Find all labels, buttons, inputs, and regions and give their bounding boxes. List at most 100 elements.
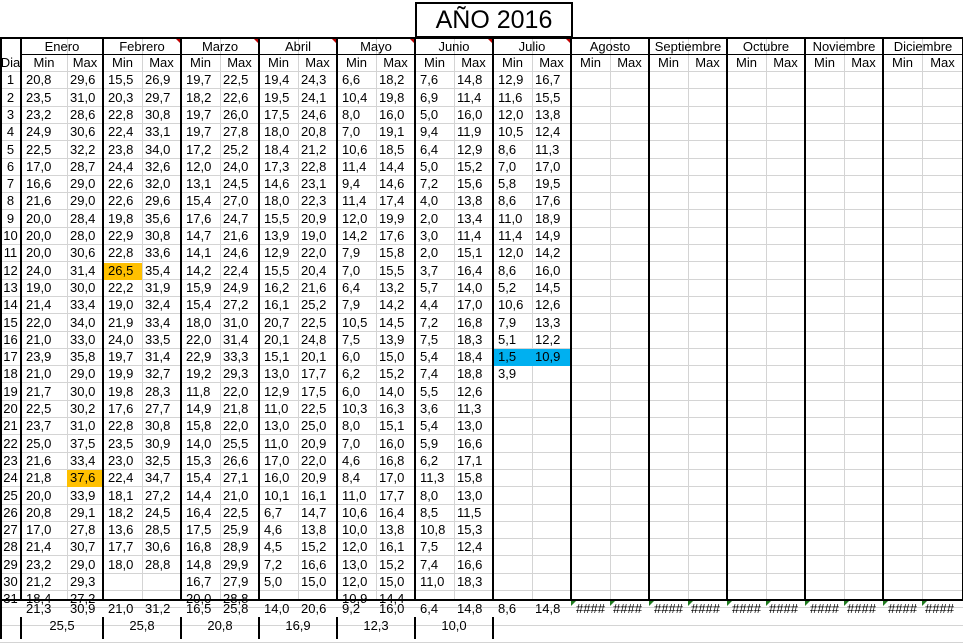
cell-min[interactable]: 8,6 [493, 142, 532, 159]
cell-max[interactable]: 15,6 [454, 176, 493, 193]
spreadsheet[interactable]: AÑO 2016 Dia Enero Min Max Febrero Min Max Marzo… [0, 0, 963, 643]
cell-max[interactable]: 20,9 [298, 436, 337, 453]
cell-max[interactable]: 18,5 [376, 142, 415, 159]
cell-min[interactable]: 12,0 [493, 107, 532, 124]
cell-min[interactable]: 6,9 [415, 90, 454, 107]
cell-min[interactable]: 22,9 [181, 349, 220, 366]
cell-min[interactable]: 7,5 [415, 539, 454, 556]
cell-max[interactable]: 29,0 [67, 176, 103, 193]
cell-min[interactable]: 13,0 [259, 366, 298, 383]
cell-min[interactable]: 21,0 [21, 332, 67, 349]
cell-max[interactable]: 33,0 [67, 332, 103, 349]
cell-max[interactable]: 11,9 [454, 124, 493, 141]
cell-min[interactable]: 22,8 [103, 245, 142, 262]
cell-max[interactable] [532, 453, 571, 470]
cell-max[interactable]: 24,1 [298, 90, 337, 107]
cell-min[interactable]: 20,3 [103, 90, 142, 107]
average-max[interactable]: #### [688, 601, 727, 618]
cell-max[interactable]: 20,1 [298, 349, 337, 366]
cell-max[interactable]: 22,0 [298, 453, 337, 470]
cell-min[interactable]: 14,7 [181, 228, 220, 245]
cell-min[interactable]: 12,0 [337, 574, 376, 591]
cell-min[interactable]: 20,8 [21, 72, 67, 89]
cell-min[interactable]: 20,0 [21, 488, 67, 505]
cell-min[interactable]: 22,0 [181, 332, 220, 349]
month-mean[interactable]: 12,3 [337, 618, 415, 635]
average-min[interactable]: #### [649, 601, 688, 618]
cell-min[interactable] [493, 453, 532, 470]
cell-min[interactable]: 6,4 [337, 280, 376, 297]
cell-min[interactable]: 11,0 [259, 401, 298, 418]
cell-max[interactable]: 16,7 [532, 72, 571, 89]
cell-min[interactable]: 7,9 [337, 297, 376, 314]
cell-min[interactable]: 11,0 [259, 436, 298, 453]
cell-max[interactable]: 28,9 [220, 539, 259, 556]
cell-max[interactable]: 11,4 [454, 228, 493, 245]
cell-min[interactable]: 17,5 [181, 522, 220, 539]
cell-min[interactable]: 11,8 [181, 384, 220, 401]
cell-min[interactable]: 8,0 [415, 488, 454, 505]
cell-max[interactable]: 30,6 [142, 539, 181, 556]
cell-min[interactable]: 23,0 [103, 453, 142, 470]
cell-min[interactable]: 26,5 [103, 263, 142, 280]
cell-min[interactable]: 18,0 [259, 193, 298, 210]
cell-min[interactable]: 5,4 [415, 349, 454, 366]
cell-max[interactable]: 35,4 [142, 263, 181, 280]
cell-max[interactable]: 13,8 [298, 522, 337, 539]
cell-min[interactable]: 7,2 [259, 557, 298, 574]
cell-min[interactable]: 21,4 [21, 539, 67, 556]
cell-max[interactable]: 24,9 [220, 280, 259, 297]
cell-min[interactable]: 10,5 [493, 124, 532, 141]
cell-min[interactable]: 11,0 [415, 574, 454, 591]
cell-min[interactable]: 21,6 [21, 193, 67, 210]
cell-max[interactable]: 16,4 [376, 505, 415, 522]
cell-max[interactable]: 15,0 [376, 349, 415, 366]
cell-max[interactable] [532, 557, 571, 574]
cell-max[interactable]: 18,9 [532, 211, 571, 228]
cell-max[interactable]: 10,9 [532, 349, 571, 366]
average-min[interactable]: 9,2 [337, 601, 376, 618]
cell-max[interactable]: 14,5 [376, 315, 415, 332]
cell-min[interactable]: 7,5 [337, 332, 376, 349]
cell-max[interactable]: 30,6 [67, 245, 103, 262]
cell-max[interactable]: 27,7 [142, 401, 181, 418]
cell-max[interactable]: 29,3 [220, 366, 259, 383]
average-min[interactable]: #### [883, 601, 922, 618]
cell-max[interactable]: 32,6 [142, 159, 181, 176]
cell-max[interactable]: 13,8 [532, 107, 571, 124]
cell-min[interactable]: 20,8 [21, 505, 67, 522]
cell-max[interactable]: 34,7 [142, 470, 181, 487]
cell-min[interactable]: 7,4 [415, 557, 454, 574]
cell-min[interactable]: 23,2 [21, 107, 67, 124]
cell-min[interactable]: 14,9 [181, 401, 220, 418]
cell-min[interactable]: 18,1 [103, 488, 142, 505]
cell-max[interactable]: 29,0 [67, 366, 103, 383]
cell-max[interactable]: 14,4 [376, 159, 415, 176]
cell-max[interactable]: 31,0 [67, 90, 103, 107]
cell-max[interactable] [142, 574, 181, 591]
cell-max[interactable]: 14,0 [376, 384, 415, 401]
cell-min[interactable]: 17,6 [103, 401, 142, 418]
cell-min[interactable]: 19,4 [259, 72, 298, 89]
cell-max[interactable]: 16,8 [376, 453, 415, 470]
cell-max[interactable]: 22,5 [220, 72, 259, 89]
cell-min[interactable]: 13,0 [337, 557, 376, 574]
cell-min[interactable]: 22,9 [103, 228, 142, 245]
cell-min[interactable]: 3,0 [415, 228, 454, 245]
cell-min[interactable] [493, 574, 532, 591]
cell-max[interactable]: 25,2 [298, 297, 337, 314]
cell-max[interactable]: 29,9 [220, 557, 259, 574]
cell-min[interactable]: 10,5 [337, 315, 376, 332]
cell-max[interactable]: 17,0 [454, 297, 493, 314]
cell-max[interactable]: 31,0 [67, 418, 103, 435]
cell-min[interactable]: 14,6 [259, 176, 298, 193]
cell-max[interactable]: 35,6 [142, 211, 181, 228]
cell-max[interactable]: 17,5 [298, 384, 337, 401]
cell-min[interactable]: 19,2 [181, 366, 220, 383]
cell-max[interactable]: 28,8 [142, 557, 181, 574]
cell-max[interactable]: 29,7 [142, 90, 181, 107]
cell-max[interactable]: 33,3 [220, 349, 259, 366]
cell-max[interactable]: 16,3 [376, 401, 415, 418]
cell-min[interactable]: 22,2 [103, 280, 142, 297]
cell-min[interactable]: 10,1 [259, 488, 298, 505]
